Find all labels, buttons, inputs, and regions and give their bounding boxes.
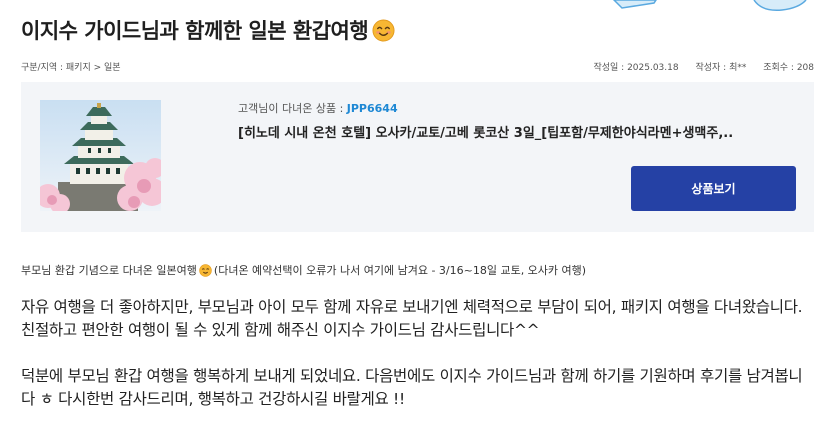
- page-title: 이지수 가이드님과 함께한 일본 환갑여행: [21, 19, 369, 43]
- view-count: 조회수 : 208: [763, 63, 814, 73]
- review-headline-text: 부모님 환갑 기념으로 다녀온 일본여행: [21, 264, 197, 277]
- review-paragraph: 자유 여행을 더 좋아하지만, 부모님과 아이 모두 함께 자유로 보내기엔 체…: [21, 298, 803, 339]
- review-paragraph: 덕분에 부모님 환갑 여행을 행복하게 보내게 되었네요. 다음번에도 이지수 …: [21, 367, 803, 408]
- product-label-text: 고객님이 다녀온 상품 :: [238, 102, 344, 115]
- smiling-face-icon: [372, 18, 395, 42]
- view-product-button[interactable]: 상품보기: [631, 166, 796, 211]
- product-thumbnail[interactable]: [40, 100, 161, 211]
- product-card: 고객님이 다녀온 상품 : JPP6644 [히노데 시내 온천 호텔] 오사카…: [21, 82, 814, 232]
- osaka-castle-image: [40, 100, 161, 211]
- product-name-link[interactable]: [히노데 시내 온천 호텔] 오사카/교토/고베 롯코산 3일_[팁포함/무제한…: [238, 122, 798, 141]
- product-code[interactable]: JPP6644: [347, 102, 398, 115]
- category-breadcrumb: 구분/지역 : 패키지 > 일본: [21, 63, 121, 73]
- post-meta: 구분/지역 : 패키지 > 일본 작성일 : 2025.03.18 작성자 : …: [21, 60, 814, 73]
- smiling-face-icon: [199, 263, 212, 277]
- review-headline: 부모님 환갑 기념으로 다녀온 일본여행 (다녀온 예약선택이 오류가 나서 여…: [21, 262, 586, 278]
- decorative-illustration: [612, 0, 807, 12]
- page-title-row: 이지수 가이드님과 함께한 일본 환갑여행: [21, 15, 395, 45]
- post-author: 작성자 : 최**: [695, 63, 747, 73]
- product-visited-label: 고객님이 다녀온 상품 : JPP6644: [238, 100, 398, 116]
- review-headline-note: (다녀온 예약선택이 오류가 나서 여기에 남겨요 - 3/16~18일 교토,…: [213, 264, 587, 277]
- post-date: 작성일 : 2025.03.18: [593, 63, 679, 73]
- review-content: 자유 여행을 더 좋아하지만, 부모님과 아이 모두 함께 자유로 보내기엔 체…: [21, 296, 811, 434]
